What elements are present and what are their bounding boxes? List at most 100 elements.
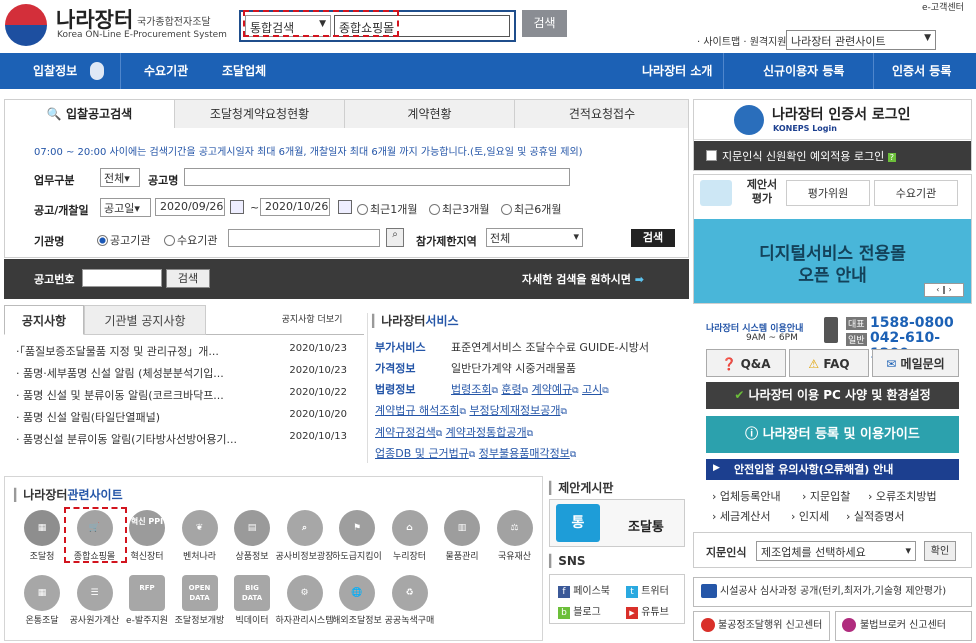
qa-button[interactable]: ❓ Q&A [706, 349, 786, 377]
notice-name-input[interactable] [184, 168, 570, 186]
related-site-select[interactable]: 나라장터 관련사이트 ▼ [786, 30, 936, 50]
tab-bid-notice-search[interactable]: 🔍 입찰공고검색 [5, 100, 175, 130]
nav-demand-agency[interactable]: 수요기관 [144, 53, 188, 89]
bid-search-button[interactable]: 검색 [631, 229, 675, 247]
related-site-icon[interactable]: ⚙ [286, 575, 323, 611]
guide-button[interactable]: ⓘ 나라장터 등록 및 이용가이드 [706, 416, 959, 453]
notice-item[interactable]: ·「품질보증조달물품 지정 및 관리규정」개... 2020/10/23 [16, 343, 361, 365]
related-site-icon[interactable]: ⚖ [496, 510, 533, 546]
tab-quote-request[interactable]: 견적요청접수 [515, 100, 689, 129]
link-tax-invoice[interactable]: › 세금계산서 [712, 508, 771, 524]
service-link[interactable]: 법령조회 [451, 383, 491, 396]
notice-item[interactable]: · 품명 신설 알림(타일단열패널) 2020/10/20 [16, 409, 361, 431]
related-site-icon[interactable]: ⌕ [286, 510, 323, 546]
banner-pager[interactable]: ‹ ‖ › [924, 283, 964, 297]
fingerprint-exception-checkbox[interactable] [706, 150, 717, 161]
date-from-input[interactable]: 2020/09/26 [155, 198, 225, 216]
eval-member-button[interactable]: 평가위원 [786, 180, 870, 206]
service-link[interactable]: 훈령 [501, 383, 521, 396]
org-name-input[interactable] [228, 229, 380, 247]
notice-more-link[interactable]: 공지사항 더보기 [272, 305, 352, 335]
eval-demand-button[interactable]: 수요기관 [874, 180, 958, 206]
sitemap-link[interactable]: · 사이트맵 · 원격지원 [697, 33, 787, 48]
period-6month-radio[interactable]: 최근6개월 [501, 201, 561, 217]
related-site-icon[interactable]: ☰ [76, 575, 113, 611]
service-text[interactable]: 표준연계서비스 조달수수료 GUIDE-시방서 [451, 341, 649, 354]
notice-no-search-button[interactable]: 검색 [166, 269, 210, 288]
calendar-icon[interactable] [230, 200, 244, 214]
service-link[interactable]: 계약과정통합공개 [446, 426, 527, 439]
facility-review-link[interactable]: 시설공사 심사과정 공개(턴키,최저가,기술형 제안평가) [693, 577, 972, 607]
notice-item[interactable]: · 품명 신설 및 분류이동 알림(코르크바닥프... 2020/10/22 [16, 387, 361, 409]
related-site-icon[interactable]: ❦ [181, 510, 218, 546]
nav-new-user[interactable]: 신규이용자 등록 [763, 53, 844, 89]
link-stamp-tax[interactable]: › 인지세 [791, 508, 829, 524]
nav-bid-info[interactable]: 입찰정보 [33, 53, 77, 89]
nav-supplier[interactable]: 조달업체 [222, 53, 266, 89]
service-link[interactable]: 정부불용품매각정보 [479, 447, 570, 460]
nav-intro[interactable]: 나라장터 소개 [642, 53, 712, 89]
service-text[interactable]: 일반단가계약 시중거래물품 [451, 362, 576, 375]
org-notice-radio[interactable]: 공고기관 [97, 232, 150, 248]
period-3month-radio[interactable]: 최근3개월 [429, 201, 489, 217]
link-error-fix[interactable]: › 오류조치방법 [868, 488, 937, 504]
nav-cert-register[interactable]: 인증서 등록 [892, 53, 951, 89]
tab-contract-request[interactable]: 조달청계약요청현황 [175, 100, 345, 129]
related-site-icon[interactable]: ▦ [24, 575, 60, 611]
region-select[interactable]: 전체 ▾ [486, 228, 583, 247]
notice-title[interactable]: · 품명·세부품명 신설 알림 (체성분분석기입... [16, 367, 224, 380]
search-button[interactable]: 검색 [522, 10, 567, 37]
period-1month-radio[interactable]: 최근1개월 [357, 201, 417, 217]
blog-link[interactable]: b 블로그 [558, 603, 601, 619]
notice-item[interactable]: · 품명신설 분류이동 알림(기타방사선방어용기... 2020/10/13 [16, 431, 361, 453]
service-link[interactable]: 계약규정검색 [375, 426, 436, 439]
related-site-label[interactable]: 국유재산 [480, 549, 550, 562]
notice-item[interactable]: · 품명·세부품명 신설 알림 (체성분분석기입... 2020/10/23 [16, 365, 361, 387]
tab-contract-status[interactable]: 계약현황 [345, 100, 515, 129]
facebook-link[interactable]: f 페이스북 [558, 582, 610, 598]
fingerprint-select[interactable]: 제조업체를 선택하세요 ▾ [756, 541, 916, 561]
related-site-icon[interactable]: BIG DATA [234, 575, 270, 611]
twitter-link[interactable]: t 트위터 [626, 582, 669, 598]
notice-no-input[interactable] [82, 269, 162, 287]
related-site-icon[interactable]: RFP [129, 575, 165, 611]
related-site-icon[interactable]: ⚑ [339, 510, 375, 546]
link-company-register[interactable]: › 업체등록안내 [712, 488, 781, 504]
related-site-icon[interactable]: OPEN DATA [181, 575, 218, 611]
notice-title[interactable]: ·「품질보증조달물품 지정 및 관리규정」개... [16, 345, 219, 358]
service-link[interactable]: 계약법규 해석조회 [375, 404, 459, 417]
link-performance-cert[interactable]: › 실적증명서 [846, 508, 905, 524]
link-fingerprint-bid[interactable]: › 지문입찰 [802, 488, 850, 504]
jodaltong-banner[interactable]: 통 조달통 [549, 499, 685, 547]
date-type-select[interactable]: 공고일▾ [100, 198, 151, 217]
org-search-icon[interactable]: ⌕ [386, 228, 404, 247]
biz-type-select[interactable]: 전체▾ [100, 168, 140, 187]
notice-title[interactable]: · 품명 신설 알림(타일단열패널) [16, 411, 160, 424]
notice-title[interactable]: · 품명 신설 및 분류이동 알림(코르크바닥프... [16, 389, 224, 402]
service-link[interactable]: 계약예규 [532, 383, 572, 396]
related-site-icon[interactable]: ⌂ [391, 510, 428, 546]
calendar-icon[interactable] [338, 200, 352, 214]
koneps-logo-icon[interactable] [5, 4, 47, 46]
youtube-link[interactable]: ▶ 유튜브 [626, 603, 669, 619]
tab-agency-notice[interactable]: 기관별 공지사항 [84, 305, 206, 335]
date-to-input[interactable]: 2020/10/26 [260, 198, 330, 216]
service-link[interactable]: 부정당제재정보공개 [469, 404, 560, 417]
fingerprint-confirm-button[interactable]: 확인 [924, 541, 956, 561]
customer-center-link[interactable]: e-고객센터 [922, 0, 964, 13]
related-site-icon[interactable]: ▥ [444, 510, 480, 546]
cert-login-title[interactable]: 나라장터 인증서 로그인 [772, 104, 911, 124]
service-link[interactable]: 업종DB 및 근거법규 [375, 447, 469, 460]
related-site-icon[interactable]: 혁신 PPI [129, 510, 165, 546]
related-site-icon[interactable]: ♻ [391, 575, 428, 611]
related-site-icon[interactable]: ▤ [234, 510, 270, 546]
tab-notice[interactable]: 공지사항 [4, 305, 84, 335]
mail-inquiry-button[interactable]: ✉ 메일문의 [872, 349, 959, 377]
faq-button[interactable]: ⚠ FAQ [789, 349, 869, 377]
related-site-icon[interactable]: 🌐 [339, 575, 375, 611]
org-demand-radio[interactable]: 수요기관 [164, 232, 217, 248]
pc-spec-button[interactable]: ✔ 나라장터 이용 PC 사양 및 환경설정 [706, 382, 959, 409]
notice-title[interactable]: · 품명신설 분류이동 알림(기타방사선방어용기... [16, 433, 237, 446]
service-link[interactable]: 고시 [582, 383, 602, 396]
detail-search-link[interactable]: 자세한 검색을 원하시면 ➡ [522, 271, 644, 287]
